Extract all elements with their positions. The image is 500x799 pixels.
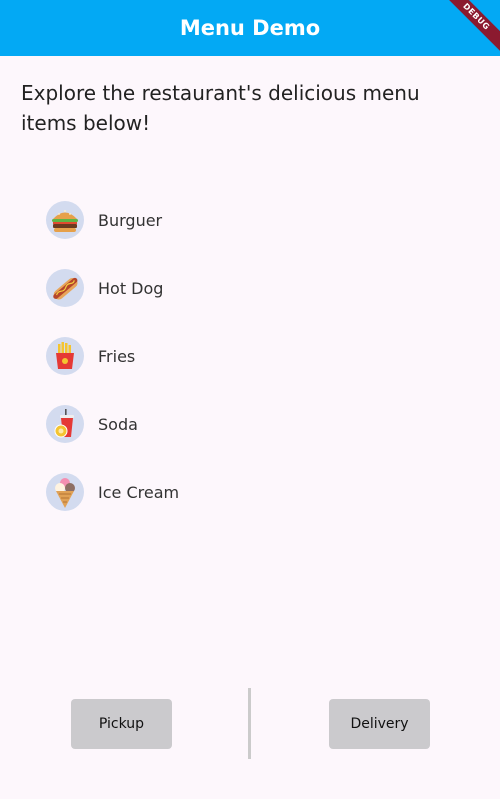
menu-item-fries[interactable]: Fries [46, 336, 346, 376]
bottom-actions: Pickup Delivery [0, 688, 500, 760]
menu-list: Burguer Hot Dog Fries Soda Ice Cream [46, 200, 346, 540]
vertical-divider [248, 688, 251, 759]
soda-icon [46, 405, 84, 443]
menu-item-burguer[interactable]: Burguer [46, 200, 346, 240]
app-bar: Menu Demo [0, 0, 500, 56]
menu-item-label: Hot Dog [98, 278, 164, 298]
menu-item-label: Fries [98, 346, 136, 366]
app-title: Menu Demo [179, 16, 321, 40]
pickup-button[interactable]: Pickup [71, 699, 172, 749]
menu-item-ice-cream[interactable]: Ice Cream [46, 472, 346, 512]
menu-item-label: Burguer [98, 210, 163, 230]
menu-item-hot-dog[interactable]: Hot Dog [46, 268, 346, 308]
fries-icon [46, 337, 84, 375]
menu-item-soda[interactable]: Soda [46, 404, 346, 444]
intro-text: Explore the restaurant's delicious menu … [21, 81, 420, 135]
burger-icon [46, 201, 84, 239]
hot-dog-icon [46, 269, 84, 307]
ice-cream-icon [46, 473, 84, 511]
delivery-button[interactable]: Delivery [329, 699, 430, 749]
menu-item-label: Soda [98, 414, 138, 434]
menu-item-label: Ice Cream [98, 482, 180, 502]
